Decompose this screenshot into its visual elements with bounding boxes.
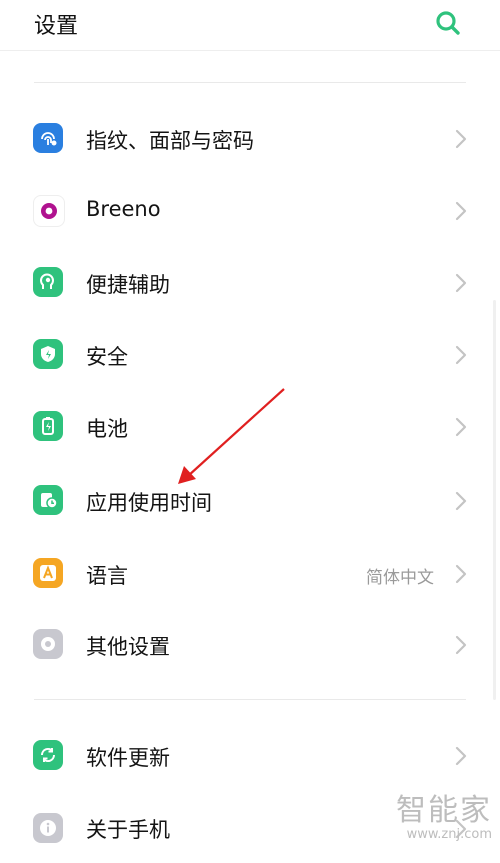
page-title: 设置 — [34, 14, 79, 39]
breeno-icon — [33, 195, 65, 227]
item-label: 指纹、面部与密码 — [86, 129, 254, 153]
settings-item-battery[interactable]: 电池 — [0, 391, 500, 463]
watermark-logo: 智能家 — [396, 793, 492, 828]
app-usage-time-icon — [33, 485, 63, 515]
search-icon — [436, 11, 460, 35]
item-label: 电池 — [86, 417, 128, 441]
item-label: 应用使用时间 — [86, 491, 212, 515]
watermark: 智能家 www.znj.com — [396, 794, 492, 842]
settings-item-app-usage-time[interactable]: 应用使用时间 — [0, 463, 500, 535]
scrollbar[interactable] — [493, 300, 496, 700]
item-label: 安全 — [86, 345, 128, 369]
settings-item-accessibility[interactable]: 便捷辅助 — [0, 247, 500, 319]
item-label: 语言 — [86, 564, 128, 588]
item-label: 便捷辅助 — [86, 273, 170, 297]
search-button[interactable] — [434, 9, 462, 37]
chevron-right-icon — [455, 746, 467, 766]
item-label: 关于手机 — [86, 818, 170, 842]
chevron-right-icon — [455, 564, 467, 584]
item-label: Breeno — [86, 197, 161, 221]
other-settings-icon — [33, 629, 63, 659]
settings-item-breeno[interactable]: Breeno — [0, 175, 500, 247]
chevron-right-icon — [455, 491, 467, 511]
settings-item-language[interactable]: 语言 简体中文 — [0, 537, 500, 609]
chevron-right-icon — [455, 345, 467, 365]
chevron-right-icon — [455, 273, 467, 293]
accessibility-icon — [33, 267, 63, 297]
shield-icon — [33, 339, 63, 369]
watermark-url: www.znj.com — [406, 827, 492, 842]
fingerprint-icon — [33, 123, 63, 153]
language-icon — [33, 558, 63, 588]
software-update-icon — [33, 740, 63, 770]
battery-icon — [33, 411, 63, 441]
chevron-right-icon — [455, 635, 467, 655]
chevron-right-icon — [455, 129, 467, 149]
section-divider — [34, 82, 466, 83]
chevron-right-icon — [455, 417, 467, 437]
language-value: 简体中文 — [366, 568, 434, 588]
section-divider — [34, 699, 466, 700]
settings-item-other-settings[interactable]: 其他设置 — [0, 609, 500, 681]
item-label: 软件更新 — [86, 746, 170, 770]
chevron-right-icon — [455, 201, 467, 221]
top-bar: 设置 — [0, 0, 500, 51]
item-label: 其他设置 — [86, 635, 170, 659]
about-phone-icon — [33, 813, 63, 843]
settings-item-security[interactable]: 安全 — [0, 319, 500, 391]
settings-item-fingerprint-face-password[interactable]: 指纹、面部与密码 — [0, 103, 500, 175]
settings-item-software-update[interactable]: 软件更新 — [0, 719, 500, 791]
